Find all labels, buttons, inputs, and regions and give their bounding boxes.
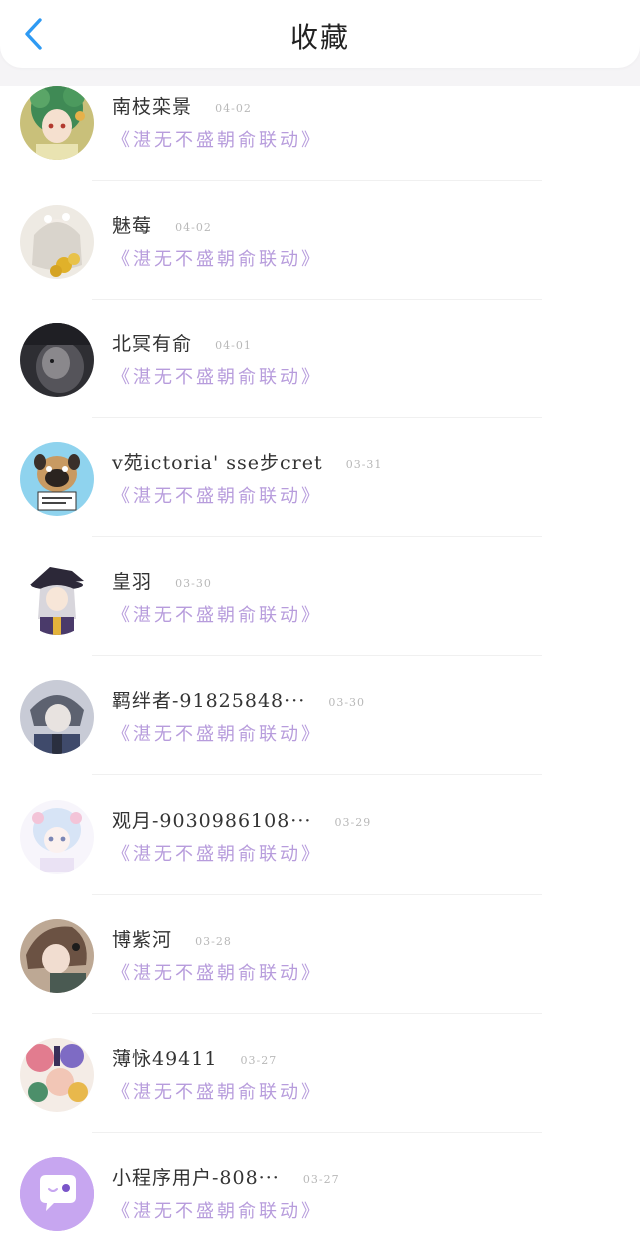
avatar <box>20 442 94 516</box>
divider <box>92 417 542 418</box>
header-bar: 收藏 <box>0 0 640 68</box>
page-title: 收藏 <box>289 21 350 54</box>
name-row: 薄怺49411 03-27 <box>112 1044 277 1071</box>
name-row: 博紫河 03-28 <box>112 925 232 952</box>
name-row: 羁绊者-91825848··· 03-30 <box>112 686 365 713</box>
name-row: 小程序用户-808··· 03-27 <box>112 1163 340 1190</box>
subtitle-link[interactable]: 《湛无不盛朝俞联动》 <box>112 245 322 271</box>
avatar <box>20 323 94 397</box>
subtitle-link[interactable]: 《湛无不盛朝俞联动》 <box>112 1197 322 1223</box>
avatar <box>20 1038 94 1112</box>
subtitle-link[interactable]: 《湛无不盛朝俞联动》 <box>112 126 322 152</box>
user-name: 观月-9030986108··· <box>112 810 312 832</box>
subtitle-link[interactable]: 《湛无不盛朝俞联动》 <box>112 482 322 508</box>
subtitle-link[interactable]: 《湛无不盛朝俞联动》 <box>112 363 322 389</box>
favorites-page: 收藏 南枝栾景 04-02 《湛无不盛朝俞联动》 魅莓 04-02 《湛无不盛朝… <box>0 0 640 1241</box>
divider <box>92 536 542 537</box>
user-name: v苑ictoria' sse步cret <box>112 452 323 474</box>
list-item[interactable]: v苑ictoria' sse步cret 03-31 《湛无不盛朝俞联动》 <box>0 442 640 561</box>
list-item[interactable]: 博紫河 03-28 《湛无不盛朝俞联动》 <box>0 919 640 1038</box>
divider <box>92 655 542 656</box>
subtitle-link[interactable]: 《湛无不盛朝俞联动》 <box>112 840 322 866</box>
list-item[interactable]: 小程序用户-808··· 03-27 《湛无不盛朝俞联动》 <box>0 1157 640 1241</box>
date-label: 04-01 <box>215 339 252 352</box>
date-label: 03-27 <box>302 1173 340 1186</box>
avatar <box>20 919 94 993</box>
date-label: 03-31 <box>345 458 383 471</box>
name-row: 北冥有俞 04-01 <box>112 329 252 356</box>
avatar <box>20 680 94 754</box>
date-label: 04-02 <box>215 102 252 115</box>
date-label: 03-29 <box>334 816 372 829</box>
user-name: 博紫河 <box>112 929 173 951</box>
subtitle-link[interactable]: 《湛无不盛朝俞联动》 <box>112 720 322 746</box>
subtitle-link[interactable]: 《湛无不盛朝俞联动》 <box>112 1078 322 1104</box>
list-item[interactable]: 羁绊者-91825848··· 03-30 《湛无不盛朝俞联动》 <box>0 680 640 799</box>
divider <box>92 180 542 181</box>
subtitle-link[interactable]: 《湛无不盛朝俞联动》 <box>112 959 322 985</box>
list-item[interactable]: 北冥有俞 04-01 《湛无不盛朝俞联动》 <box>0 323 640 442</box>
subtitle-link[interactable]: 《湛无不盛朝俞联动》 <box>112 601 322 627</box>
user-name: 皇羽 <box>112 571 153 593</box>
divider <box>92 1132 542 1133</box>
date-label: 03-30 <box>175 577 212 590</box>
name-row: v苑ictoria' sse步cret 03-31 <box>112 448 382 475</box>
list-item[interactable]: 皇羽 03-30 《湛无不盛朝俞联动》 <box>0 561 640 680</box>
list-item[interactable]: 观月-9030986108··· 03-29 《湛无不盛朝俞联动》 <box>0 800 640 919</box>
divider <box>92 894 542 895</box>
user-name: 北冥有俞 <box>112 333 193 355</box>
avatar <box>20 561 94 635</box>
avatar <box>20 1157 94 1231</box>
user-name: 魅莓 <box>112 215 153 237</box>
list-item[interactable]: 薄怺49411 03-27 《湛无不盛朝俞联动》 <box>0 1038 640 1157</box>
chat-bubble-icon <box>20 1157 94 1231</box>
avatar <box>20 800 94 874</box>
list-item[interactable]: 魅莓 04-02 《湛无不盛朝俞联动》 <box>0 205 640 324</box>
avatar <box>20 86 94 160</box>
name-row: 观月-9030986108··· 03-29 <box>112 806 371 833</box>
list-item[interactable]: 南枝栾景 04-02 《湛无不盛朝俞联动》 <box>0 86 640 205</box>
avatar <box>20 205 94 279</box>
user-name: 小程序用户-808··· <box>112 1167 280 1189</box>
divider <box>92 299 542 300</box>
divider <box>92 774 542 775</box>
user-name: 羁绊者-91825848··· <box>112 690 306 712</box>
date-label: 03-28 <box>195 935 232 948</box>
date-label: 04-02 <box>175 221 212 234</box>
name-row: 魅莓 04-02 <box>112 211 212 238</box>
divider <box>92 1013 542 1014</box>
user-name: 南枝栾景 <box>112 96 193 118</box>
name-row: 南枝栾景 04-02 <box>112 92 252 119</box>
date-label: 03-30 <box>328 696 366 709</box>
date-label: 03-27 <box>240 1054 278 1067</box>
user-name: 薄怺49411 <box>112 1048 218 1070</box>
name-row: 皇羽 03-30 <box>112 567 212 594</box>
